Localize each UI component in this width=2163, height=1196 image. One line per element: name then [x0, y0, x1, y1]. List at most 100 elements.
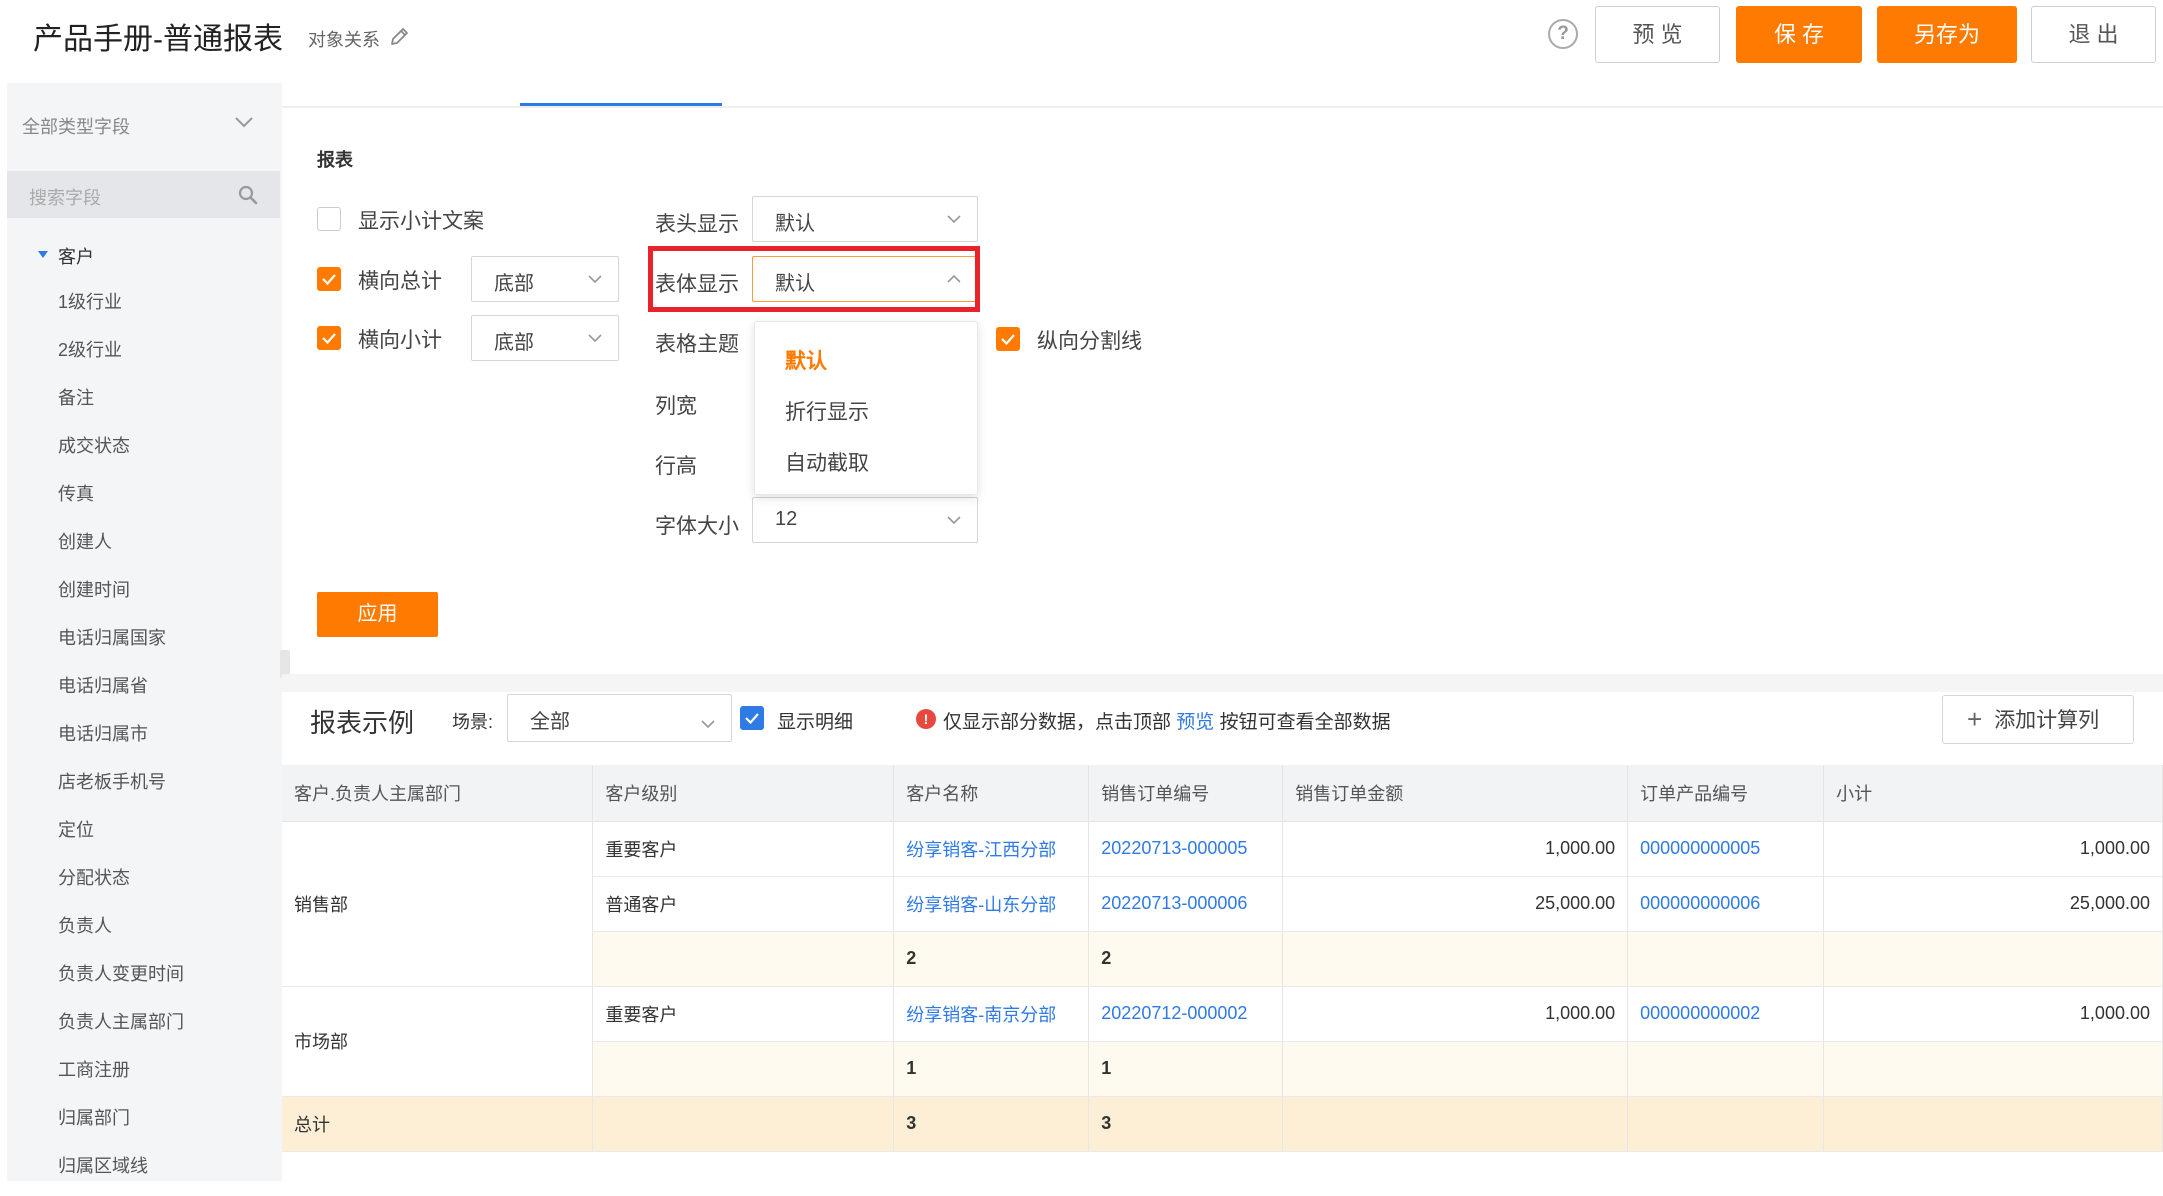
tree-root-customer[interactable]: 客户 — [58, 243, 94, 269]
field-item[interactable]: 电话归属市 — [58, 704, 184, 752]
search-icon[interactable] — [237, 184, 259, 206]
save-as-button[interactable]: 另存为 — [1877, 6, 2017, 63]
product-link[interactable]: 000000000006 — [1627, 876, 1825, 932]
warning-icon: ! — [916, 709, 936, 729]
customer-link[interactable]: 纷享销客-山东分部 — [893, 876, 1090, 932]
horizontal-total-label: 横向总计 — [358, 270, 442, 293]
vertical-divider-label: 纵向分割线 — [1037, 330, 1142, 353]
order-link[interactable]: 20220713-000006 — [1088, 876, 1284, 932]
subtotal-count-cell: 1 — [893, 1041, 1090, 1097]
dropdown-option-truncate[interactable]: 自动截取 — [785, 447, 869, 477]
column-header[interactable]: 客户.负责人主属部门 — [282, 765, 594, 822]
chevron-down-icon[interactable] — [232, 110, 256, 134]
order-link[interactable]: 20220712-000002 — [1088, 986, 1284, 1042]
chevron-down-icon — [701, 720, 715, 729]
field-item[interactable]: 归属部门 — [58, 1088, 184, 1136]
column-header[interactable]: 订单产品编号 — [1627, 765, 1825, 822]
table-cell — [1627, 931, 1825, 987]
amount-cell: 1,000.00 — [1282, 986, 1629, 1042]
horizontal-total-checkbox[interactable] — [317, 267, 341, 291]
table-cell — [1282, 1041, 1629, 1097]
show-subtotal-text-checkbox[interactable] — [317, 207, 341, 231]
field-item[interactable]: 创建人 — [58, 512, 184, 560]
field-item[interactable]: 店老板手机号 — [58, 752, 184, 800]
customer-link[interactable]: 纷享销客-南京分部 — [893, 986, 1090, 1042]
column-header[interactable]: 销售订单金额 — [1282, 765, 1629, 822]
field-item[interactable]: 电话归属省 — [58, 656, 184, 704]
apply-button[interactable]: 应用 — [317, 592, 438, 637]
column-header[interactable]: 客户名称 — [893, 765, 1090, 822]
table-cell: 重要客户 — [592, 821, 895, 877]
field-item[interactable]: 归属区域线 — [58, 1136, 184, 1184]
plus-icon: + — [1967, 704, 1983, 734]
table-cell — [1823, 1041, 2163, 1097]
subtotal-count-cell: 2 — [1088, 931, 1284, 987]
field-item[interactable]: 备注 — [58, 368, 184, 416]
column-header[interactable]: 客户级别 — [592, 765, 895, 822]
field-item[interactable]: 创建时间 — [58, 560, 184, 608]
table-row: 销售部 重要客户 纷享销客-江西分部 20220713-000005 1,000… — [282, 821, 2163, 987]
header-display-select[interactable]: 默认 — [752, 196, 978, 242]
field-item[interactable]: 定位 — [58, 800, 184, 848]
vertical-divider-checkbox[interactable] — [996, 327, 1020, 351]
preview-link[interactable]: 预览 — [1176, 712, 1214, 733]
row-height-label: 行高 — [655, 455, 697, 478]
field-type-filter[interactable]: 全部类型字段 — [22, 113, 130, 139]
save-button[interactable]: 保 存 — [1736, 6, 1862, 63]
select-value: 默认 — [775, 213, 815, 235]
column-header[interactable]: 销售订单编号 — [1088, 765, 1284, 822]
horizontal-subtotal-checkbox[interactable] — [317, 326, 341, 350]
section-title: 报表 — [317, 150, 353, 170]
field-item[interactable]: 负责人 — [58, 896, 184, 944]
field-item[interactable]: 成交状态 — [58, 416, 184, 464]
field-item[interactable]: 1级行业 — [58, 272, 184, 320]
horizontal-subtotal-select[interactable]: 底部 — [471, 315, 619, 361]
field-item[interactable]: 分配状态 — [58, 848, 184, 896]
field-item[interactable]: 工商注册 — [58, 1040, 184, 1088]
horizontal-total-select[interactable]: 底部 — [471, 256, 619, 302]
table-row: 市场部 重要客户 纷享销客-南京分部 20220712-000002 1,000… — [282, 986, 2163, 1097]
total-count-cell: 3 — [893, 1096, 1090, 1152]
add-calculated-column-button[interactable]: + 添加计算列 — [1942, 695, 2134, 744]
subtotal-cell: 1,000.00 — [1823, 821, 2163, 877]
scene-label: 场景: — [452, 712, 494, 732]
column-width-label: 列宽 — [655, 395, 697, 418]
show-detail-label: 显示明细 — [777, 712, 854, 733]
chevron-down-icon — [588, 275, 602, 284]
customer-link[interactable]: 纷享销客-江西分部 — [893, 821, 1090, 877]
header-display-label: 表头显示 — [655, 213, 739, 236]
field-item[interactable]: 2级行业 — [58, 320, 184, 368]
order-link[interactable]: 20220713-000005 — [1088, 821, 1284, 877]
table-cell — [592, 1096, 895, 1152]
dropdown-option-wrap[interactable]: 折行显示 — [785, 396, 869, 426]
product-link[interactable]: 000000000005 — [1627, 821, 1825, 877]
table-cell — [592, 931, 895, 987]
scene-select[interactable]: 全部 — [507, 694, 732, 742]
table-cell: 重要客户 — [592, 986, 895, 1042]
table-cell — [1282, 1096, 1629, 1152]
check-icon — [322, 333, 336, 345]
show-detail-checkbox[interactable] — [740, 706, 764, 730]
group-cell: 销售部 — [282, 821, 594, 987]
field-item[interactable]: 电话归属国家 — [58, 608, 184, 656]
font-size-select[interactable]: 12 — [752, 497, 978, 543]
exit-button[interactable]: 退 出 — [2031, 6, 2156, 63]
dropdown-option-default[interactable]: 默认 — [785, 345, 827, 375]
table-cell — [592, 1041, 895, 1097]
show-subtotal-text-label: 显示小计文案 — [358, 210, 484, 233]
check-icon — [1001, 334, 1015, 346]
preview-button[interactable]: 预 览 — [1595, 6, 1720, 63]
tree-expand-caret-icon[interactable] — [38, 251, 48, 258]
field-item[interactable]: 负责人变更时间 — [58, 944, 184, 992]
subtotal-count-cell: 2 — [893, 931, 1090, 987]
product-link[interactable]: 000000000002 — [1627, 986, 1825, 1042]
column-header[interactable]: 小计 — [1823, 765, 2163, 822]
help-icon[interactable]: ? — [1548, 19, 1578, 49]
field-item[interactable]: 传真 — [58, 464, 184, 512]
subtotal-count-cell: 1 — [1088, 1041, 1284, 1097]
field-item[interactable]: 负责人主属部门 — [58, 992, 184, 1040]
object-relation-link[interactable]: 对象关系 — [308, 26, 380, 52]
field-search-input[interactable]: 搜索字段 — [29, 184, 101, 210]
total-count-cell: 3 — [1088, 1096, 1284, 1152]
edit-pencil-icon[interactable] — [388, 24, 412, 48]
